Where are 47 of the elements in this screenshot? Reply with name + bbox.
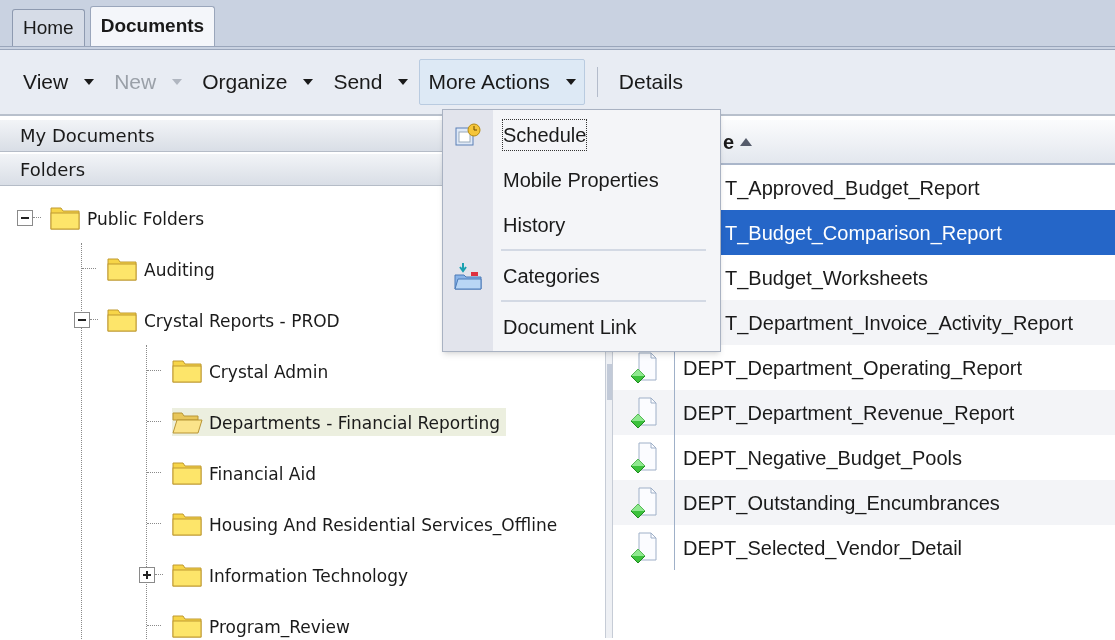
caret-icon	[565, 79, 576, 85]
expand-toggle[interactable]	[17, 209, 33, 226]
folder-icon	[107, 256, 138, 281]
menu-item[interactable]: Schedule	[503, 119, 587, 150]
column-header[interactable]: e	[723, 126, 753, 157]
folder-icon	[107, 307, 138, 332]
caret-icon	[398, 79, 409, 85]
tree-item[interactable]: Departments - Financial Reporting	[172, 407, 507, 436]
folder-icon	[50, 205, 81, 230]
report-icon	[629, 441, 658, 474]
categories-icon	[453, 260, 483, 291]
expand-toggle[interactable]	[139, 566, 155, 583]
toolbar-button[interactable]: More Actions	[419, 59, 585, 105]
tree-item[interactable]: Program_Review	[172, 611, 356, 640]
report-icon	[629, 486, 658, 519]
caret-icon	[172, 79, 183, 85]
calendar-clock-icon	[455, 122, 481, 147]
tree-item[interactable]: Financial Aid	[172, 458, 322, 487]
tree-item[interactable]: Auditing	[107, 254, 221, 283]
report-icon	[629, 396, 658, 429]
table-row[interactable]: DEPT_Department_Revenue_Report	[613, 390, 1115, 435]
toolbar-button[interactable]: View	[14, 59, 104, 105]
toolbar-button[interactable]: Send	[324, 59, 418, 105]
folder-icon	[172, 511, 203, 536]
toolbar-button[interactable]: Details	[609, 59, 692, 105]
toolbar-button[interactable]: Organize	[193, 59, 323, 105]
splitter-handle[interactable]	[606, 364, 612, 400]
expand-toggle[interactable]	[74, 311, 90, 328]
menu-item[interactable]: Categories	[503, 260, 600, 291]
folder-icon	[172, 460, 203, 485]
folder-icon	[172, 562, 203, 587]
table-row[interactable]: DEPT_Outstanding_Encumbrances	[613, 480, 1115, 525]
menu-item[interactable]: History	[503, 209, 566, 240]
tree-item[interactable]: Crystal Admin	[172, 356, 335, 385]
folder-icon	[172, 358, 203, 383]
plus-icon	[142, 569, 152, 580]
tree-item[interactable]: Public Folders	[50, 203, 211, 232]
open-folder-icon	[172, 409, 203, 434]
folder-icon	[172, 613, 203, 638]
caret-icon	[303, 79, 314, 85]
caret-icon	[84, 79, 95, 85]
tab[interactable]: Documents	[89, 6, 216, 46]
tree-item[interactable]: Housing And Residential Services_Offline	[172, 509, 564, 538]
tree-item[interactable]: Crystal Reports - PROD	[107, 305, 346, 334]
tab[interactable]: Home	[12, 9, 85, 46]
report-icon	[629, 531, 658, 564]
tree-item[interactable]: Information Technology	[172, 560, 415, 589]
